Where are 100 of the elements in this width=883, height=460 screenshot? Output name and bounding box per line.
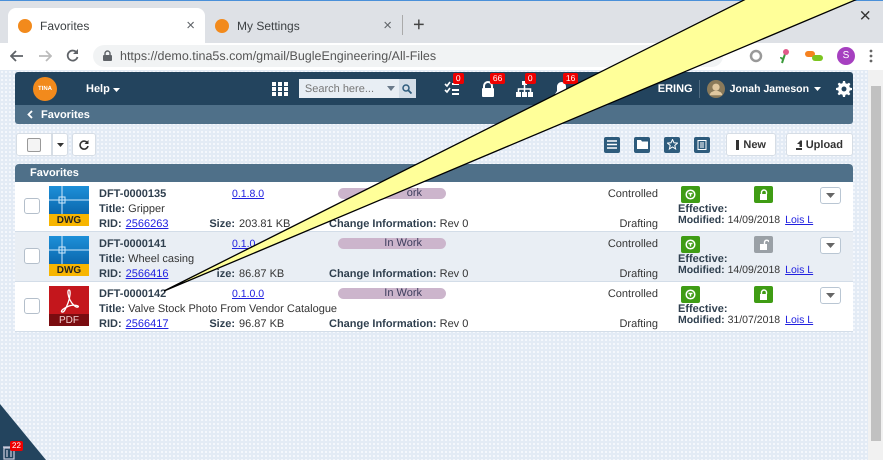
change-info: Change Information: Rev 0 <box>329 318 468 330</box>
size-label: ize: <box>216 268 235 280</box>
user-link[interactable]: Lois L <box>785 264 814 276</box>
lifecycle-stage: Drafting <box>619 318 658 330</box>
close-tab-button[interactable]: × <box>383 17 392 34</box>
effective-label: Effective: <box>678 203 729 215</box>
row-checkbox[interactable] <box>24 198 40 214</box>
scrollbar-thumb[interactable] <box>870 86 880 441</box>
control-status: Controlled <box>608 288 658 300</box>
file-size: 203.81 KB <box>239 218 290 230</box>
document-title: Title: Wheel casing <box>99 252 196 264</box>
modified-date: Modified: 31/07/2018 <box>678 314 780 326</box>
reload-icon[interactable] <box>66 49 79 62</box>
modified-date: Modified: 14/09/2018 <box>678 214 780 226</box>
circle-arrows-icon[interactable] <box>681 236 700 253</box>
count-badge: 66 <box>490 72 506 84</box>
change-info: Change Information: Rev 0 <box>329 268 468 280</box>
status-pill: In Work <box>338 288 446 299</box>
search-button[interactable] <box>398 79 416 98</box>
rid-link[interactable]: 2566263 <box>126 218 168 230</box>
lock-icon <box>103 50 112 61</box>
document-title: Title: Gripper <box>99 202 166 214</box>
refresh-icon <box>79 140 89 150</box>
document-id: DFT-0000141 <box>99 238 168 250</box>
rid-link[interactable]: 2566416 <box>126 268 168 280</box>
version-link[interactable]: 0.1.0 <box>232 238 256 250</box>
caret-icon <box>56 142 64 146</box>
user-menu[interactable]: Jonah Jameson <box>706 80 821 98</box>
dropdown-button[interactable] <box>52 133 68 156</box>
count-badge: 22 <box>10 441 23 451</box>
row-menu-button[interactable] <box>820 237 841 254</box>
user-link[interactable]: Lois L <box>785 214 814 226</box>
close-tab-button[interactable]: × <box>186 17 195 34</box>
count-badge: 0 <box>452 72 464 84</box>
version-link[interactable]: 0.1.8.0 <box>232 188 264 200</box>
company-name: ERING <box>658 82 693 94</box>
help-menu[interactable]: Help <box>86 82 120 94</box>
status-pill: In Work <box>338 238 446 249</box>
caret-icon <box>826 243 835 248</box>
columns-button[interactable] <box>694 136 710 152</box>
lock-icon[interactable] <box>480 80 495 96</box>
select-all-checkbox[interactable] <box>16 133 52 156</box>
modified-date: Modified: 14/09/2018 <box>678 264 780 276</box>
lifecycle-stage: Drafting <box>619 268 658 280</box>
hierarchy-icon[interactable] <box>516 80 533 96</box>
settings-icon[interactable] <box>836 80 852 96</box>
file-size: 96.87 KB <box>239 318 284 330</box>
site-favicon <box>215 18 229 32</box>
circle-icon[interactable] <box>749 48 763 62</box>
search-icon <box>402 84 412 94</box>
panel-header: Favorites <box>15 164 853 182</box>
count-badge: 0 <box>524 72 536 84</box>
unlocked-icon[interactable] <box>754 236 773 253</box>
caret-icon <box>814 86 821 90</box>
new-button[interactable]: New <box>726 133 776 156</box>
rid-link[interactable]: 2566417 <box>126 318 168 330</box>
refresh-button[interactable] <box>72 133 96 156</box>
new-folder-button[interactable] <box>634 136 650 152</box>
row-menu-button[interactable] <box>820 187 841 204</box>
control-status: Controlled <box>608 188 658 200</box>
checklist-icon[interactable] <box>444 80 460 96</box>
profile-avatar[interactable]: S <box>837 46 855 64</box>
search-field[interactable]: Search here... <box>298 79 387 98</box>
circle-arrows-icon[interactable] <box>681 286 700 303</box>
document-id: DFT-0000135 <box>99 188 168 200</box>
back-icon[interactable] <box>10 50 24 62</box>
count-badge: 16 <box>562 72 578 84</box>
circle-arrows-icon[interactable] <box>681 186 700 203</box>
new-tab-button[interactable]: + <box>403 14 435 43</box>
browser-tab[interactable]: Favorites × <box>8 8 205 43</box>
document-list-icon <box>697 140 707 150</box>
grid-icon[interactable] <box>272 82 288 96</box>
page-title: Favorites <box>41 108 90 120</box>
row-checkbox[interactable] <box>24 298 40 314</box>
caret-icon[interactable] <box>386 86 395 91</box>
avatar-icon <box>706 80 725 98</box>
plant-icon[interactable] <box>777 48 791 64</box>
upload-button[interactable]: Upload <box>786 133 853 156</box>
caret-icon <box>826 193 835 198</box>
close-window-button[interactable]: × <box>847 4 883 40</box>
corner-tab[interactable] <box>0 404 46 460</box>
caret-icon <box>112 88 120 92</box>
row-menu-button[interactable] <box>820 287 841 304</box>
row-checkbox[interactable] <box>24 248 40 264</box>
change-info: Change Information: Rev 0 <box>329 218 468 230</box>
document-title: Title: Valve Stock Photo From Vendor Catalogue <box>99 302 338 314</box>
user-link[interactable]: Lois L <box>785 314 814 326</box>
lifecycle-stage: Drafting <box>619 218 658 230</box>
browser-tab[interactable]: My Settings × <box>205 8 402 43</box>
size-label: Size: <box>208 318 235 330</box>
list-view-button[interactable] <box>604 136 620 152</box>
chat-icon[interactable] <box>805 50 823 62</box>
favorites-button[interactable] <box>664 136 680 152</box>
document-id: DFT-0000142 <box>99 288 168 300</box>
version-link[interactable]: 0.1.0.0 <box>232 288 264 300</box>
effective-label: Effective: <box>678 253 729 265</box>
file-size: 86.87 KB <box>239 268 284 280</box>
rid-label: RID: <box>99 318 122 330</box>
menu-icon[interactable] <box>869 48 873 62</box>
size-label: Size: <box>208 218 235 230</box>
